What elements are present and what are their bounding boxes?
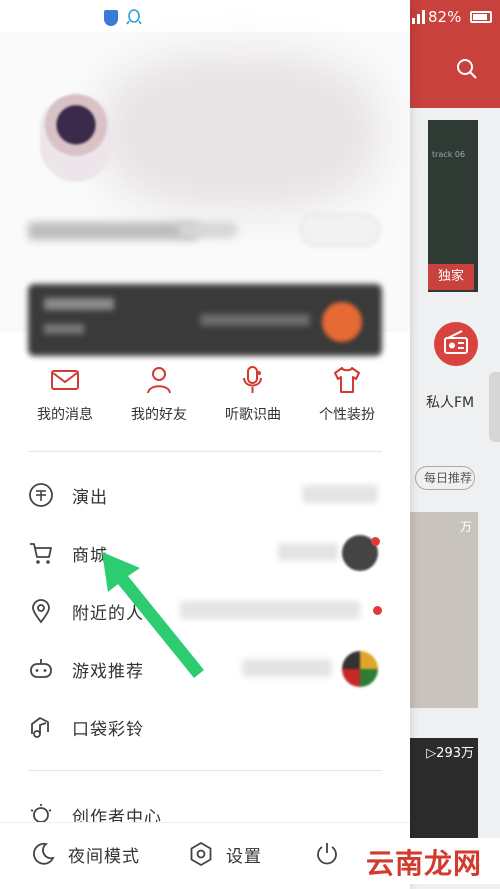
radio-icon[interactable] bbox=[434, 322, 478, 366]
checkin-button[interactable] bbox=[300, 214, 380, 246]
settings-label: 设置 bbox=[226, 846, 262, 867]
fm-label: 私人FM bbox=[426, 395, 475, 411]
edge-handle[interactable] bbox=[489, 372, 500, 442]
playlist-card[interactable]: ▷293万 bbox=[408, 738, 478, 838]
night-mode-button[interactable]: 夜间模式 bbox=[30, 841, 140, 867]
recommend-pill[interactable]: 每日推荐 bbox=[415, 466, 475, 490]
mail-icon bbox=[51, 370, 79, 390]
watermark: 云南龙网 bbox=[360, 838, 500, 884]
gear-icon bbox=[190, 841, 212, 867]
moon-icon bbox=[33, 842, 55, 865]
vip-text-blurred bbox=[200, 314, 310, 326]
vip-text-blurred bbox=[44, 298, 114, 310]
quick-item-recognize[interactable]: 听歌识曲 bbox=[206, 364, 300, 426]
divider bbox=[28, 770, 382, 771]
profile-background bbox=[100, 52, 380, 212]
gamepad-icon bbox=[30, 659, 52, 678]
signal-icon bbox=[412, 10, 425, 24]
menu-item-label: 演出 bbox=[72, 487, 108, 508]
annotation-arrow bbox=[102, 552, 204, 678]
battery-percent: 82% bbox=[428, 8, 462, 26]
night-mode-label: 夜间模式 bbox=[68, 846, 140, 867]
tshirt-icon bbox=[334, 367, 360, 393]
ticket-icon bbox=[29, 483, 53, 507]
quick-item-label: 我的消息 bbox=[37, 407, 93, 423]
qq-icon bbox=[126, 9, 142, 25]
search-icon[interactable] bbox=[456, 58, 478, 80]
play-count: 万 bbox=[459, 520, 472, 534]
quick-item-messages[interactable]: 我的消息 bbox=[18, 364, 112, 426]
playlist-card[interactable]: 万 bbox=[408, 512, 478, 708]
side-drawer: 我的消息 我的好友 听歌识曲 个性装扮 演出 商城 附近的人 游戏推荐 口袋彩铃… bbox=[0, 0, 410, 889]
cart-icon bbox=[30, 543, 52, 564]
menu-item-hint-blurred bbox=[302, 485, 378, 503]
vip-text-blurred bbox=[44, 324, 84, 334]
exclusive-badge: 独家 bbox=[428, 264, 474, 290]
ringtone-icon bbox=[31, 717, 49, 738]
battery-icon bbox=[470, 11, 492, 23]
notification-dot bbox=[373, 606, 382, 615]
menu-item-hint-blurred bbox=[242, 659, 332, 677]
mic-music-icon bbox=[243, 366, 262, 393]
quick-item-friends[interactable]: 我的好友 bbox=[112, 364, 206, 426]
settings-button[interactable]: 设置 bbox=[188, 841, 262, 867]
menu-item-hint-blurred bbox=[278, 543, 338, 561]
vip-badge bbox=[322, 302, 362, 342]
divider bbox=[28, 451, 382, 452]
username-blurred[interactable] bbox=[28, 222, 198, 240]
notification-dot bbox=[371, 537, 380, 546]
menu-item-ringtone[interactable]: 口袋彩铃 bbox=[28, 709, 382, 745]
game-thumbnail bbox=[342, 651, 378, 687]
quick-actions: 我的消息 我的好友 听歌识曲 个性装扮 bbox=[18, 364, 394, 426]
power-button[interactable] bbox=[314, 841, 340, 867]
quick-item-dressup[interactable]: 个性装扮 bbox=[300, 364, 394, 426]
card-caption: track 06 bbox=[432, 150, 466, 159]
power-icon bbox=[317, 843, 337, 865]
menu-item-shows[interactable]: 演出 bbox=[28, 477, 382, 513]
menu-item-label: 口袋彩铃 bbox=[72, 719, 144, 740]
quick-item-label: 我的好友 bbox=[131, 407, 187, 423]
avatar[interactable] bbox=[40, 94, 112, 182]
location-pin-icon bbox=[32, 599, 50, 624]
person-icon bbox=[147, 367, 171, 394]
watermark-text: 云南龙网 bbox=[366, 847, 483, 880]
drawer-bottom-bar: 夜间模式 设置 bbox=[0, 822, 410, 889]
user-level-blurred bbox=[178, 222, 238, 238]
quick-item-label: 个性装扮 bbox=[319, 407, 375, 423]
play-count: ▷293万 bbox=[426, 746, 474, 761]
profile-header bbox=[0, 32, 410, 356]
status-bar: 82% bbox=[0, 0, 500, 32]
quick-item-label: 听歌识曲 bbox=[225, 407, 281, 423]
shield-icon bbox=[104, 10, 118, 26]
